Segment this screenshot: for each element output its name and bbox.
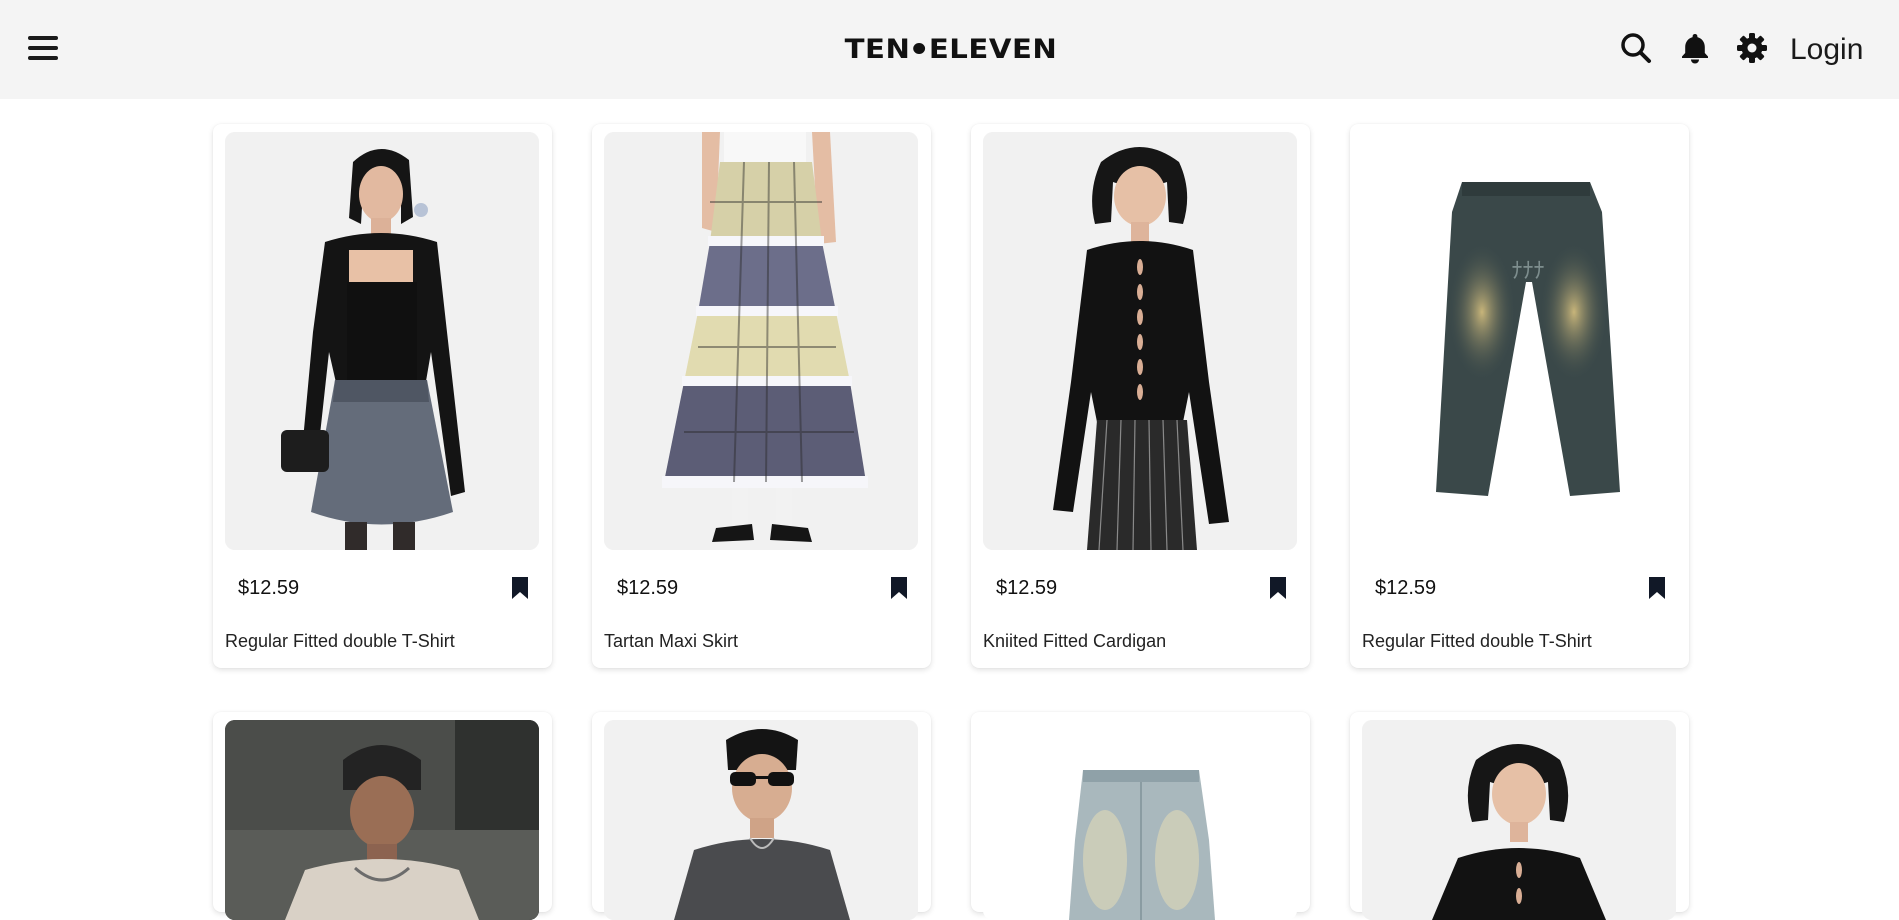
bookmark-icon[interactable] [510, 576, 530, 600]
product-image[interactable] [983, 132, 1297, 550]
product-card[interactable]: $12.59 Regular Fitted double T-Shirt [213, 124, 552, 668]
product-card[interactable] [1350, 712, 1689, 920]
product-name[interactable]: Regular Fitted double T-Shirt [225, 631, 455, 652]
product-image[interactable] [604, 132, 918, 550]
product-image[interactable] [225, 720, 539, 920]
product-price: $12.59 [1375, 577, 1437, 599]
product-card[interactable]: $12.59 Kniited Fitted Cardigan [971, 124, 1310, 668]
product-grid: $12.59 Regular Fitted double T-Shirt $12… [0, 0, 1899, 920]
product-card[interactable] [213, 712, 552, 920]
product-image[interactable] [983, 720, 1297, 920]
product-image[interactable] [604, 720, 918, 920]
product-card[interactable] [592, 712, 931, 920]
product-name[interactable]: Kniited Fitted Cardigan [983, 631, 1166, 652]
bookmark-icon[interactable] [1647, 576, 1667, 600]
product-image[interactable] [225, 132, 539, 550]
product-price: $12.59 [996, 577, 1058, 599]
product-card[interactable] [971, 712, 1310, 920]
product-image[interactable]: ﾅﾅﾅ [1362, 132, 1676, 550]
bookmark-icon[interactable] [889, 576, 909, 600]
bookmark-icon[interactable] [1268, 576, 1288, 600]
svg-text:ﾅﾅﾅ: ﾅﾅﾅ [1511, 259, 1544, 284]
product-name[interactable]: Regular Fitted double T-Shirt [1362, 631, 1592, 652]
product-name[interactable]: Tartan Maxi Skirt [604, 631, 738, 652]
product-image[interactable] [1362, 720, 1676, 920]
product-price: $12.59 [617, 577, 679, 599]
product-card[interactable]: ﾅﾅﾅ $12.59 Regular Fitted double T-Shirt [1350, 124, 1689, 668]
product-price: $12.59 [238, 577, 300, 599]
product-card[interactable]: $12.59 Tartan Maxi Skirt [592, 124, 931, 668]
